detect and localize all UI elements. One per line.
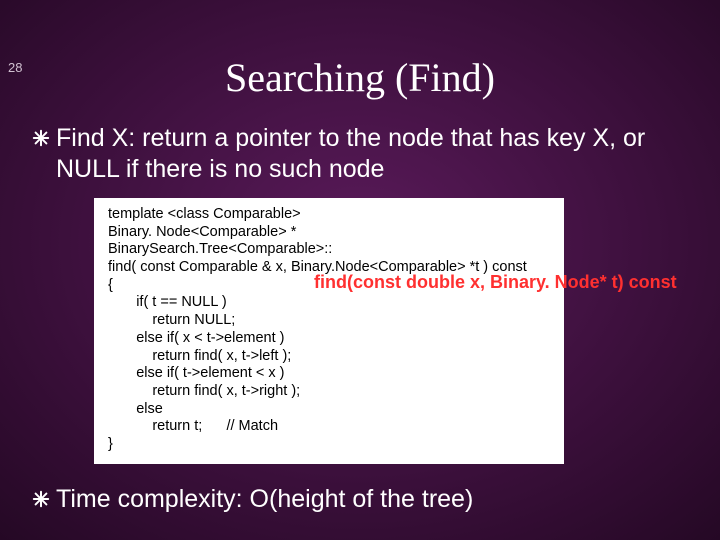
code-block: template <class Comparable> Binary. Node… [94,198,564,464]
content-area: Find X: return a pointer to the node tha… [0,123,720,514]
bullet-item: Time complexity: O(height of the tree) [32,484,682,515]
overlay-annotation: find(const double x, Binary. Node* t) co… [314,272,677,293]
bullet-item: Find X: return a pointer to the node tha… [32,123,682,184]
code-area: template <class Comparable> Binary. Node… [94,198,614,464]
asterisk-icon [32,129,50,147]
bullet-text: Time complexity: O(height of the tree) [56,484,473,515]
page-number: 28 [8,60,22,75]
bullet-text: Find X: return a pointer to the node tha… [56,123,682,184]
asterisk-icon [32,490,50,508]
slide-title: Searching (Find) [0,54,720,101]
